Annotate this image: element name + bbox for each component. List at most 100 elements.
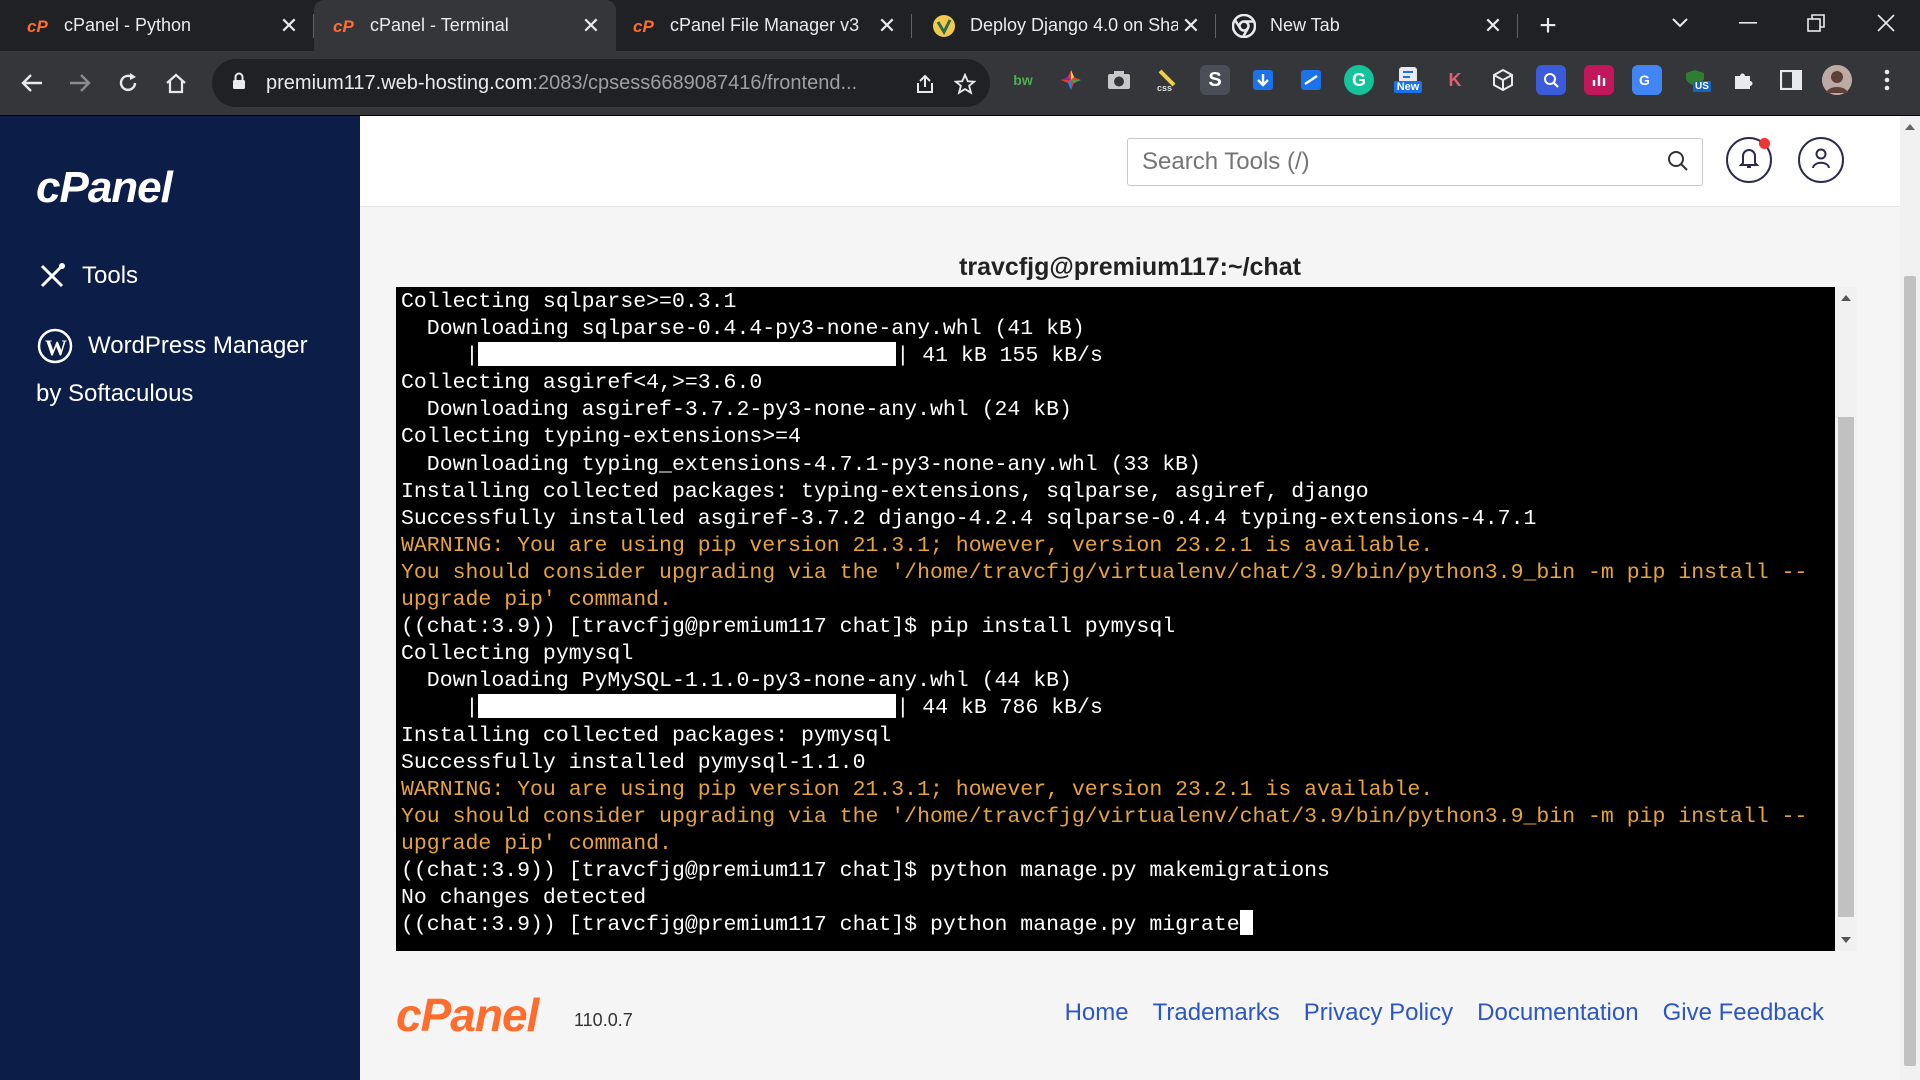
- terminal-line: WARNING: You are using pip version 21.3.…: [401, 777, 1831, 804]
- note-icon[interactable]: [1296, 65, 1326, 95]
- close-tab-icon[interactable]: ✕: [1480, 13, 1506, 39]
- scrollbar-thumb[interactable]: [1838, 417, 1854, 917]
- footer-link-home[interactable]: Home: [1065, 999, 1129, 1027]
- cpanel-logo[interactable]: cPanel: [36, 163, 216, 215]
- url-path: :2083/cpsess6689087416/frontend...: [532, 71, 858, 94]
- footer-link-give-feedback[interactable]: Give Feedback: [1663, 999, 1824, 1027]
- tools-icon: [36, 260, 68, 292]
- footer-links: Home Trademarks Privacy Policy Documenta…: [1065, 999, 1824, 1027]
- scroll-down-arrow-icon[interactable]: [1841, 937, 1851, 943]
- home-icon[interactable]: [156, 63, 196, 103]
- browser-tab-bar: cP cPanel - Python ✕ cP cPanel - Termina…: [0, 0, 1920, 51]
- sidebar-item-label: WordPress Manager: [88, 332, 308, 359]
- terminal-line-text: upgrade pip' command.: [401, 588, 672, 613]
- lock-icon[interactable]: [232, 72, 252, 95]
- profile-avatar[interactable]: [1822, 65, 1852, 95]
- bw-icon[interactable]: bw: [1008, 65, 1038, 95]
- progress-stats: | 41 kB 155 kB/s: [896, 344, 1103, 369]
- user-menu-button[interactable]: [1798, 137, 1844, 183]
- terminal-line-text: Collecting typing-extensions>=4: [401, 425, 801, 450]
- terminal-line-text: Collecting sqlparse>=0.3.1: [401, 290, 737, 314]
- scrollbar-thumb[interactable]: [1904, 276, 1916, 1066]
- terminal-line: Successfully installed pymysql-1.1.0: [401, 750, 1831, 777]
- forward-icon[interactable]: [60, 63, 100, 103]
- search-icon[interactable]: [1666, 149, 1690, 178]
- k-icon[interactable]: K: [1440, 65, 1470, 95]
- page-scrollbar[interactable]: [1900, 116, 1920, 1080]
- translate-icon[interactable]: G: [1632, 65, 1662, 95]
- terminal-line-text: Collecting pymysql: [401, 642, 634, 667]
- url-host: premium117.web-hosting.com: [266, 71, 533, 94]
- footer-link-documentation[interactable]: Documentation: [1477, 999, 1638, 1027]
- svg-text:W: W: [45, 335, 67, 360]
- terminal-line: ((chat:3.9)) [travcfjg@premium117 chat]$…: [401, 614, 1831, 641]
- address-bar[interactable]: premium117.web-hosting.com:2083/cpsess66…: [212, 59, 990, 107]
- tab-cpanel-python[interactable]: cP cPanel - Python ✕: [0, 0, 314, 51]
- analytics-icon[interactable]: [1584, 65, 1614, 95]
- footer-link-privacy-policy[interactable]: Privacy Policy: [1304, 999, 1453, 1027]
- terminal-line: | | 44 kB 786 kB/s: [401, 693, 1831, 722]
- terminal-line: Successfully installed asgiref-3.7.2 dja…: [401, 506, 1831, 533]
- css-icon[interactable]: css: [1152, 65, 1182, 95]
- cube-icon[interactable]: [1488, 65, 1518, 95]
- tab-new-tab[interactable]: New Tab ✕: [1216, 0, 1518, 51]
- terminal-line-text: Downloading typing_extensions-4.7.1-py3-…: [401, 452, 1201, 477]
- scroll-up-arrow-icon[interactable]: [1841, 295, 1851, 301]
- search-input[interactable]: [1140, 147, 1664, 177]
- tab-cpanel-terminal[interactable]: cP cPanel - Terminal ✕: [314, 0, 616, 51]
- tab-deploy-django[interactable]: Deploy Django 4.0 on Sha ✕: [912, 0, 1216, 51]
- terminal-line-text: You should consider upgrading via the '/…: [401, 560, 1808, 585]
- vpn-us-icon[interactable]: US: [1680, 65, 1711, 95]
- color-wheel-icon[interactable]: [1056, 65, 1086, 95]
- minimize-icon[interactable]: [1720, 0, 1776, 45]
- close-tab-icon[interactable]: ✕: [1178, 13, 1204, 39]
- scroll-up-arrow-icon[interactable]: [1905, 124, 1915, 130]
- sidebar-item-label: Tools: [82, 262, 139, 289]
- footer-link-trademarks[interactable]: Trademarks: [1153, 999, 1280, 1027]
- browser-menu-icon[interactable]: [1872, 65, 1902, 95]
- back-icon[interactable]: [12, 63, 52, 103]
- tab-search-icon[interactable]: [1652, 0, 1708, 45]
- notifications-button[interactable]: [1726, 137, 1772, 183]
- new-badge: New: [1393, 81, 1423, 93]
- terminal-line-text: WARNING: You are using pip version 21.3.…: [401, 533, 1434, 558]
- new-extension-icon[interactable]: New: [1390, 65, 1426, 95]
- close-window-icon[interactable]: [1858, 0, 1914, 45]
- terminal-line-text: Successfully installed asgiref-3.7.2 dja…: [401, 506, 1537, 531]
- terminal-line-text: Downloading asgiref-3.7.2-py3-none-any.w…: [401, 398, 1072, 423]
- tab-title: cPanel - Python: [64, 15, 192, 35]
- s-icon[interactable]: S: [1200, 65, 1230, 95]
- tab-title: Deploy Django 4.0 on Sha: [970, 15, 1178, 35]
- search-ext-icon[interactable]: [1536, 65, 1566, 95]
- terminal-line-text: Installing collected packages: pymysql: [401, 723, 892, 748]
- new-tab-button[interactable]: +: [1530, 8, 1566, 44]
- terminal-line-text: Installing collected packages: typing-ex…: [401, 479, 1369, 504]
- terminal-window[interactable]: Collecting sqlparse>=0.3.1 Downloading s…: [396, 287, 1857, 951]
- extensions-puzzle-icon[interactable]: [1728, 65, 1758, 95]
- close-tab-icon[interactable]: ✕: [276, 13, 302, 39]
- grammarly-icon[interactable]: G: [1344, 65, 1374, 95]
- tab-title: cPanel File Manager v3: [670, 15, 860, 35]
- footer-logo[interactable]: cPanel 110.0.7: [396, 991, 633, 1037]
- save-icon[interactable]: [1248, 65, 1278, 95]
- tab-file-manager[interactable]: cP cPanel File Manager v3 ✕: [616, 0, 912, 51]
- sidebar-item-wordpress-manager[interactable]: W WordPress Manager: [36, 328, 308, 364]
- close-tab-icon[interactable]: ✕: [578, 13, 604, 39]
- bookmark-star-icon[interactable]: [952, 71, 978, 97]
- side-panel-icon[interactable]: [1776, 65, 1806, 95]
- download-progress-bar: [478, 693, 897, 718]
- download-progress-bar: [478, 341, 897, 366]
- svg-text:G: G: [1639, 72, 1650, 88]
- close-tab-icon[interactable]: ✕: [874, 13, 900, 39]
- terminal-scrollbar[interactable]: [1835, 287, 1857, 951]
- svg-text:cPanel: cPanel: [36, 164, 174, 210]
- terminal-line-text: No changes detected: [401, 886, 647, 911]
- search-tools[interactable]: [1127, 138, 1703, 186]
- terminal-output[interactable]: Collecting sqlparse>=0.3.1 Downloading s…: [401, 289, 1831, 939]
- restore-icon[interactable]: [1788, 0, 1844, 45]
- sidebar-item-tools[interactable]: Tools: [36, 260, 138, 292]
- share-icon[interactable]: [912, 71, 938, 97]
- sidebar-item-sublabel[interactable]: by Softaculous: [36, 380, 193, 408]
- camera-icon[interactable]: [1104, 65, 1134, 95]
- reload-icon[interactable]: [108, 63, 148, 103]
